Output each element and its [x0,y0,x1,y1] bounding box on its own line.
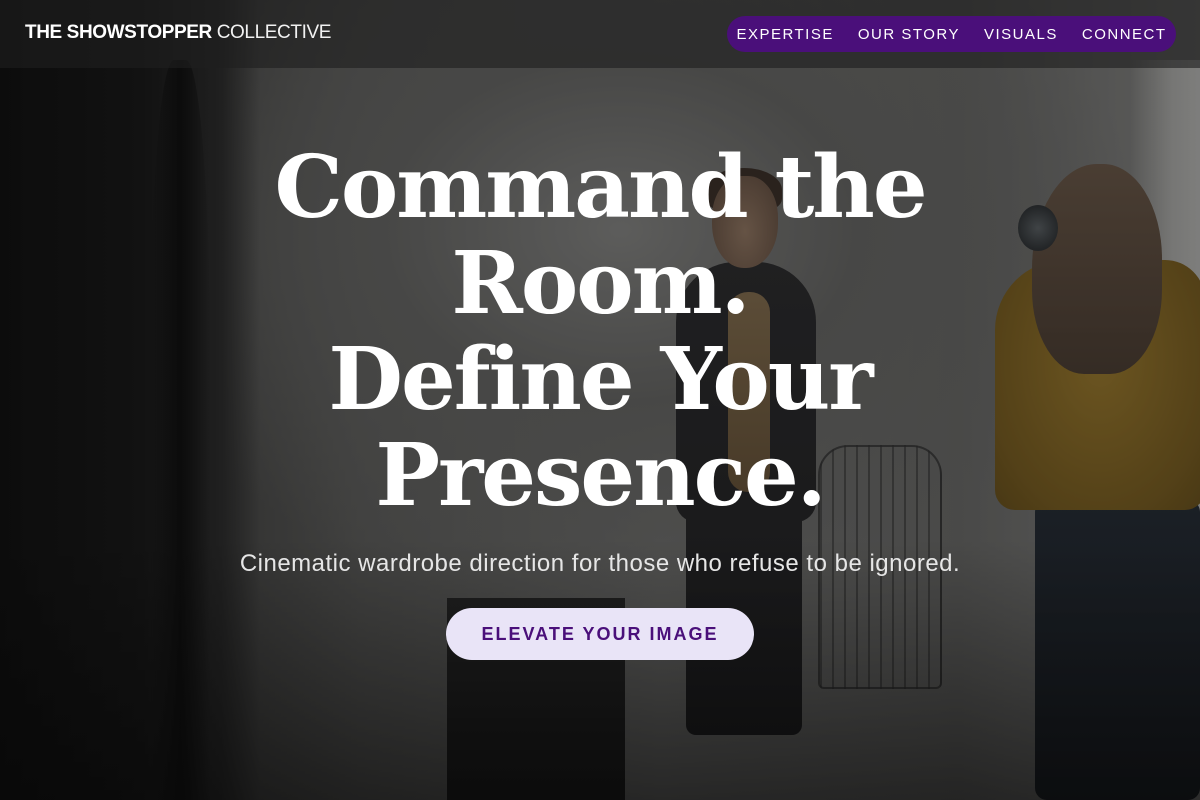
brand-name-light: COLLECTIVE [216,22,332,43]
nav-link-connect[interactable]: CONNECT [1082,26,1167,43]
hero-headline: Command the Room. Define Your Presence. [0,140,1200,524]
headline-line: Define Your [328,329,873,430]
elevate-your-image-button[interactable]: ELEVATE YOUR IMAGE [446,608,754,660]
site-header: THE SHOWSTOPPER COLLECTIVE EXPERTISE OUR… [0,0,1200,68]
nav-link-visuals[interactable]: VISUALS [984,26,1058,43]
landing-page: THE SHOWSTOPPER COLLECTIVE EXPERTISE OUR… [0,0,1200,800]
hero-subheading: Cinematic wardrobe direction for those w… [239,550,961,577]
headline-line: Command the [274,137,927,238]
headline-line: Presence. [375,425,826,526]
nav-link-expertise[interactable]: EXPERTISE [736,26,833,43]
headline-line: Room. [451,233,750,334]
hero-section: Command the Room. Define Your Presence. … [0,140,1200,660]
nav-link-our-story[interactable]: OUR STORY [858,26,960,43]
main-nav: EXPERTISE OUR STORY VISUALS CONNECT [727,16,1176,52]
brand-logo[interactable]: THE SHOWSTOPPER COLLECTIVE [25,22,331,44]
brand-name-strong: THE SHOWSTOPPER [25,22,212,43]
